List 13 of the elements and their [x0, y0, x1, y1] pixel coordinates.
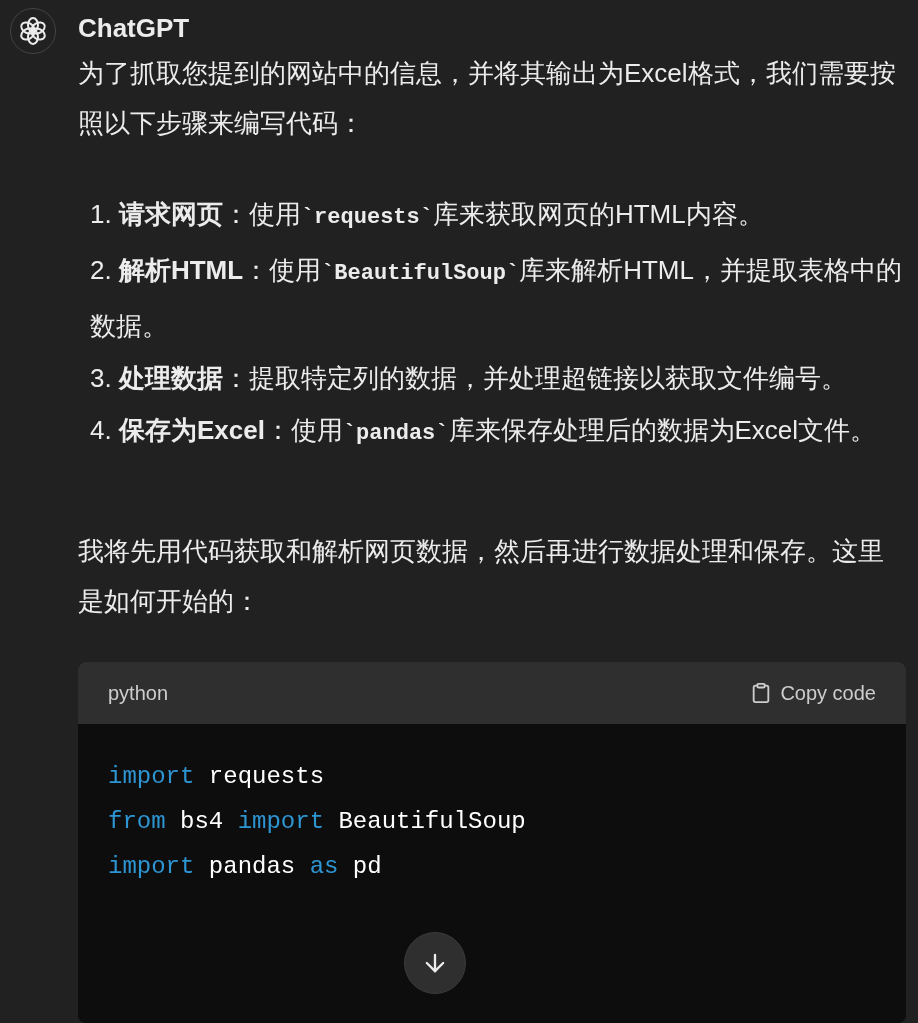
author-name: ChatGPT	[78, 12, 191, 45]
step-item: 3. 处理数据：提取特定列的数据，并处理超链接以获取文件编号。	[90, 362, 848, 395]
step-item: 2. 解析HTML：使用`BeautifulSoup`库来解析HTML，并提取表格中的数据。	[90, 254, 903, 343]
intro-text: 为了抓取您提到的网站中的信息，并将其输出为Excel格式，我们需要按照以下步骤来编写代码：	[78, 57, 897, 140]
outro-text: 我将先用代码获取和解析网页数据，然后再进行数据处理和保存。这里是如何开始的：	[78, 535, 885, 618]
code-line: from bs4 import BeautifulSoup	[108, 807, 527, 837]
step-item: 1. 请求网页：使用`requests`库来获取网页的HTML内容。	[90, 198, 765, 232]
code-line: import pandas as pd	[108, 852, 383, 882]
copy-code-button[interactable]: Copy code	[750, 681, 876, 705]
language-label: python	[108, 681, 169, 705]
step-item: 4. 保存为Excel：使用`pandas`库来保存处理后的数据为Excel文件。	[90, 414, 878, 448]
code-line: import requests	[108, 762, 326, 792]
knot-icon	[18, 16, 48, 46]
